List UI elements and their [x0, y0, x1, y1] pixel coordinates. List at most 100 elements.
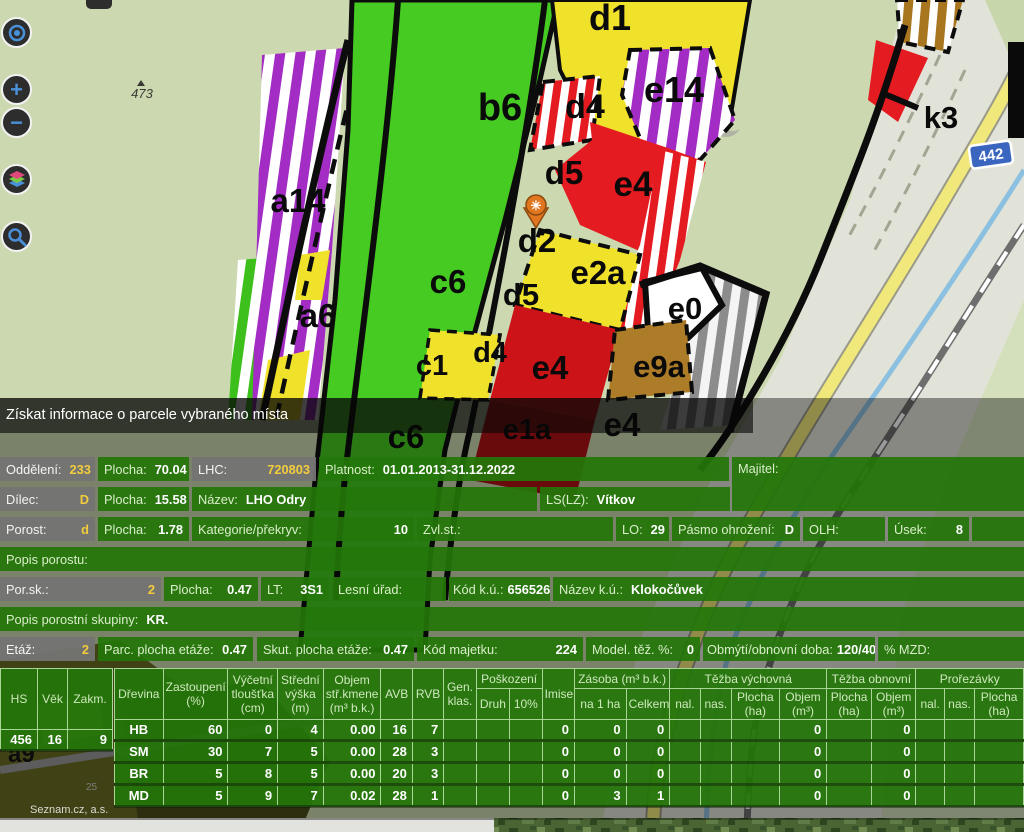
- field-zvlst: Zvl.st.:: [417, 517, 613, 541]
- stand-cell: 0.00: [323, 763, 381, 785]
- col-druh: Druh: [476, 689, 509, 720]
- stand-cell: [916, 741, 944, 763]
- stand-cell: 60: [163, 720, 228, 741]
- zoom-out-button[interactable]: −: [1, 107, 32, 138]
- stand-cell: 456: [1, 730, 38, 751]
- svg-text:442: 442: [978, 145, 1005, 165]
- road-shield-442: 442: [969, 140, 1014, 169]
- parcel-label: e9a: [633, 349, 685, 384]
- stand-cell: [444, 763, 476, 785]
- stand-cell: 0: [779, 763, 827, 785]
- stand-cell: [444, 785, 476, 807]
- stand-cell: 0: [542, 741, 574, 763]
- stand-cell: 0: [871, 763, 916, 785]
- parcel-label: d5: [503, 277, 539, 312]
- col-drevina: Dřevina: [115, 669, 164, 720]
- species-table: Dřevina Zastoupení (%) Výčetní tloušťka …: [114, 668, 1024, 808]
- stand-cell: 0: [626, 763, 670, 785]
- stand-cell: 7: [278, 785, 324, 807]
- field-plocha-oddeleni: Plocha:70.04: [98, 457, 189, 481]
- stand-cell: [444, 720, 476, 741]
- stand-cell: SM: [115, 741, 164, 763]
- stand-cell: 0.02: [323, 785, 381, 807]
- stand-cell: 9: [228, 785, 278, 807]
- stand-cell: 28: [381, 785, 412, 807]
- search-button[interactable]: [1, 221, 32, 252]
- layers-button[interactable]: [1, 164, 32, 195]
- col-tv-nal: nal.: [670, 689, 700, 720]
- stand-cell: [700, 785, 731, 807]
- col-gen-klas: Gen. klas.: [444, 669, 476, 720]
- field-pasmo: Pásmo ohrožení:D: [672, 517, 800, 541]
- field-platnost: Platnost:01.01.2013-31.12.2022: [319, 457, 729, 481]
- parcel-label: c1: [416, 350, 448, 382]
- stand-cell: 0: [871, 785, 916, 807]
- plus-icon: +: [10, 77, 23, 103]
- stand-cell: 0: [779, 741, 827, 763]
- stand-cell: [975, 785, 1024, 807]
- stand-cell: [510, 785, 542, 807]
- col-stredni: Střední výška (m): [278, 669, 324, 720]
- parcel-label: a14: [270, 182, 326, 219]
- stand-cell: 9: [68, 730, 113, 751]
- field-oddeleni: Oddělení:233: [0, 457, 95, 481]
- field-kod-majetku: Kód majetku:224: [417, 637, 583, 661]
- stand-cell: [670, 720, 700, 741]
- colgroup-tezba-obnovni: Těžba obnovní: [827, 669, 916, 689]
- stand-cell: 4: [278, 720, 324, 741]
- field-skut-plocha: Skut. plocha etáže:0.47: [257, 637, 414, 661]
- col-to-plocha: Plocha (ha): [827, 689, 872, 720]
- field-lhc: LHC:720803: [192, 457, 316, 481]
- stand-cell: 0.00: [323, 720, 381, 741]
- parcel-label: d5: [545, 154, 584, 191]
- stand-cell: [827, 785, 872, 807]
- parcel-label: a6: [300, 297, 337, 334]
- stand-cell: [827, 763, 872, 785]
- stand-cell: [670, 785, 700, 807]
- locate-button[interactable]: [1, 17, 32, 48]
- stand-cell: [700, 720, 731, 741]
- stand-cell: 0: [574, 720, 626, 741]
- field-nazev-ku: Název k.ú.:Klokočůvek: [553, 577, 1024, 601]
- field-model-tez: Model. těž. %:0: [586, 637, 700, 661]
- parcel-label: d4: [473, 337, 507, 369]
- col-avb: AVB: [381, 669, 412, 720]
- col-pr-nal: nal.: [916, 689, 944, 720]
- stand-cell: [975, 763, 1024, 785]
- stand-cell: 0: [626, 720, 670, 741]
- stand-cell: [944, 741, 974, 763]
- stand-cell: [827, 720, 872, 741]
- parcel-label: b6: [478, 87, 522, 129]
- stand-summary-table: HS Věk Zakm. 456169: [0, 668, 113, 752]
- col-na1ha: na 1 ha: [574, 689, 626, 720]
- field-lo: LO:29: [616, 517, 669, 541]
- field-obmyti: Obmýtí/obnovní doba:120/40: [703, 637, 875, 661]
- layers-icon: [5, 169, 29, 191]
- zoom-in-button[interactable]: +: [1, 74, 32, 105]
- stand-cell: BR: [115, 763, 164, 785]
- stand-cell: [944, 785, 974, 807]
- colgroup-tezba-vychovna: Těžba výchovná: [670, 669, 827, 689]
- colgroup-prorezavky: Prořezávky: [916, 669, 1024, 689]
- locate-icon: [6, 22, 28, 44]
- field-etaz: Etáž:2: [0, 637, 95, 661]
- stand-cell: 0: [542, 720, 574, 741]
- stand-cell: [476, 741, 509, 763]
- stand-cell: [732, 785, 780, 807]
- col-vek: Věk: [38, 669, 68, 730]
- stand-cell: 20: [381, 763, 412, 785]
- field-dilec: Dílec:D: [0, 487, 95, 511]
- partial-panel: [1008, 42, 1024, 138]
- stand-cell: 0: [574, 763, 626, 785]
- field-olh: OLH:: [803, 517, 885, 541]
- parcel-label: e0: [668, 291, 702, 326]
- field-plocha-porost: Plocha:1.78: [98, 517, 189, 541]
- col-pr-nas: nas.: [944, 689, 974, 720]
- stand-cell: [670, 763, 700, 785]
- stand-cell: 7: [228, 741, 278, 763]
- field-kod-ku: Kód k.ú.:656526: [449, 577, 550, 601]
- parcel-label: d1: [589, 0, 631, 38]
- stand-cell: [732, 763, 780, 785]
- stand-cell: 16: [38, 730, 68, 751]
- section-popis-skupiny: Popis porostní skupiny:KR.: [0, 607, 1024, 631]
